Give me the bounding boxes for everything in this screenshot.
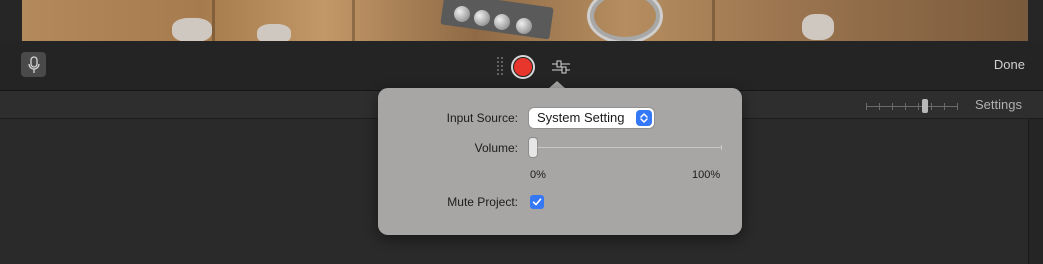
input-source-select[interactable]: System Setting xyxy=(529,108,654,128)
microphone-button[interactable] xyxy=(21,52,46,77)
viewer-left-edge xyxy=(0,0,22,41)
video-frame xyxy=(22,0,1028,41)
timeline-scroll-edge xyxy=(1028,119,1043,264)
record-button[interactable] xyxy=(511,55,535,79)
microphone-icon xyxy=(27,55,40,73)
volume-slider-track[interactable] xyxy=(532,145,722,150)
voiceover-settings-icon[interactable] xyxy=(551,59,571,75)
record-icon xyxy=(514,58,532,76)
mute-project-label: Mute Project: xyxy=(447,195,518,209)
input-source-value: System Setting xyxy=(537,110,625,125)
voiceover-toolbar: Done xyxy=(0,41,1043,91)
volume-min-label: 0% xyxy=(530,169,546,181)
voiceover-options-popover: Input Source: System Setting Volume: 0% … xyxy=(378,88,742,235)
drag-handle-icon[interactable] xyxy=(497,57,505,77)
timeline-zoom-slider[interactable] xyxy=(866,99,958,113)
chevron-updown-icon xyxy=(636,110,652,126)
wire-coil xyxy=(587,0,663,41)
checkmark-icon xyxy=(532,198,542,206)
video-preview xyxy=(0,0,1043,41)
volume-slider-thumb[interactable] xyxy=(529,138,537,157)
input-source-label: Input Source: xyxy=(446,111,518,125)
settings-button[interactable]: Settings xyxy=(975,97,1022,112)
volume-max-label: 100% xyxy=(692,169,721,181)
done-button[interactable]: Done xyxy=(994,57,1025,72)
zoom-slider-thumb[interactable] xyxy=(922,99,928,113)
mute-project-checkbox[interactable] xyxy=(530,195,544,209)
viewer-right-edge xyxy=(1028,0,1043,41)
volume-label: Volume: xyxy=(474,141,518,155)
